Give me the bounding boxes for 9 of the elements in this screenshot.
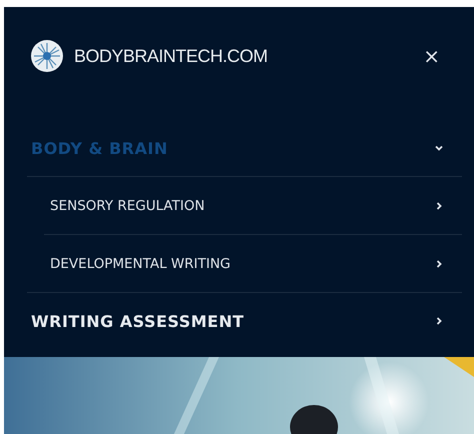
submenu-item[interactable]: DEVELOPMENTAL WRITING (4, 235, 474, 292)
chevron-right-icon (434, 258, 444, 268)
menu-item[interactable]: WRITING ASSESSMENT (4, 293, 474, 349)
chevron-right-icon (434, 200, 444, 210)
chevron-down-icon (434, 143, 444, 153)
logo-text[interactable]: BODYBRAINTECH.COM (74, 46, 268, 66)
submenu-item[interactable]: SENSORY REGULATION (4, 177, 474, 234)
logo-icon (30, 39, 64, 73)
chevron-right-icon (434, 316, 444, 326)
